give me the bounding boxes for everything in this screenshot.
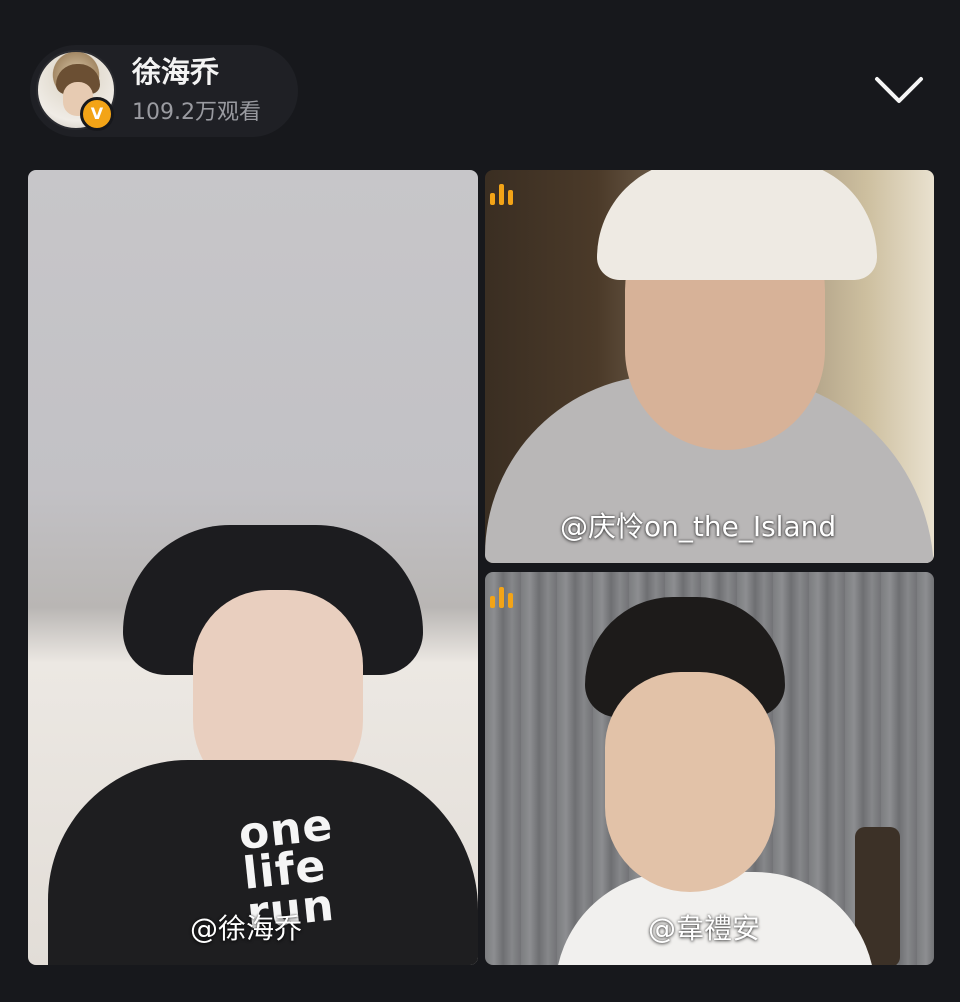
- person-beanie: [597, 170, 877, 280]
- host-name[interactable]: 徐海乔: [132, 52, 219, 92]
- viewer-count: 109.2万观看: [132, 100, 261, 125]
- collapse-button[interactable]: [866, 62, 932, 118]
- video-tile-guest-1[interactable]: [485, 170, 934, 563]
- video-tile-host[interactable]: one life run: [28, 170, 478, 965]
- tile-label-guest-1[interactable]: @庆怜on_the_Island: [560, 509, 836, 545]
- tile-label-host[interactable]: @徐海乔: [190, 911, 302, 947]
- verified-badge-icon: V: [80, 97, 114, 131]
- person-face: [605, 672, 775, 892]
- audio-level-icon: [490, 587, 513, 608]
- chevron-down-icon: [875, 77, 923, 103]
- verified-badge-letter: V: [90, 104, 104, 123]
- audio-level-icon: [490, 184, 513, 205]
- live-header: V 徐海乔 109.2万观看: [0, 0, 960, 165]
- tile-label-guest-2[interactable]: @韋禮安: [648, 911, 760, 947]
- video-tile-guest-2[interactable]: [485, 572, 934, 965]
